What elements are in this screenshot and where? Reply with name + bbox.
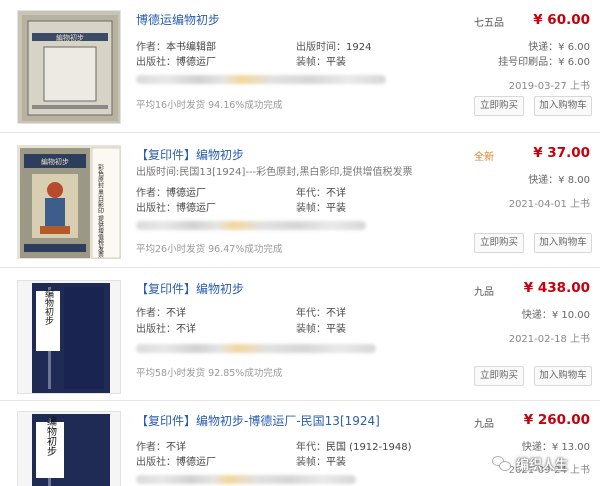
- buy-now-button[interactable]: 立即购买: [474, 366, 524, 386]
- price: ¥ 37.00: [533, 145, 590, 161]
- wechat-icon: [492, 454, 512, 472]
- field-publisher: 出版社：博德运厂: [136, 457, 216, 468]
- watermark: 编织人生: [492, 452, 596, 474]
- cover-side-text: 彩色原封 黑白影印 提供增值税发票: [97, 163, 104, 258]
- listing-2: 編物初步 彩色原封 黑白影印 提供增值税发票 【复印件】编物初步 出版时间:民国…: [0, 133, 600, 267]
- condition-label: 九品: [474, 419, 494, 430]
- seller-stats: 平均26小时发货 96.47%成功完成: [136, 244, 283, 255]
- field-binding: 装帧：平装: [296, 457, 346, 468]
- field-publisher: 出版社：博德运厂: [136, 203, 216, 214]
- add-to-cart-button[interactable]: 加入购物车: [534, 96, 592, 116]
- blurred-seller-info: [136, 221, 366, 230]
- buy-now-button[interactable]: 立即购买: [474, 96, 524, 116]
- blurred-seller-info: [136, 344, 376, 353]
- price: ¥ 260.00: [523, 412, 590, 428]
- book-cover-image: 編物初步 彩色原封 黑白影印 提供增值税发票: [20, 147, 121, 259]
- book-cover-image: 編物初步: [22, 15, 118, 121]
- field-author: 作者：不详: [136, 442, 186, 453]
- blurred-seller-info: [136, 475, 356, 484]
- shipping-express: 快递：¥ 8.00: [528, 175, 590, 186]
- add-to-cart-button[interactable]: 加入购物车: [534, 233, 592, 253]
- shipping-express: 快递：¥ 10.00: [521, 310, 590, 321]
- field-era: 年代：民国 (1912-1948): [296, 442, 412, 453]
- cover-title-text: 编物初步: [43, 288, 54, 326]
- cover-title-text: 編物初步: [56, 33, 84, 42]
- book-cover-thumbnail[interactable]: 编物初步: [17, 411, 121, 486]
- book-cover-thumbnail[interactable]: 編物初步 彩色原封 黑白影印 提供增值税发票: [17, 145, 121, 259]
- condition-label: 九品: [474, 287, 494, 298]
- listing-1: 編物初步 博德运编物初步 作者：本书编辑部 出版时间：1924 出版社：博德运厂…: [0, 0, 600, 132]
- buy-now-button[interactable]: 立即购买: [474, 233, 524, 253]
- seller-stats: 平均16小时发货 94.16%成功完成: [136, 100, 283, 111]
- shipping-registered: 挂号印刷品：¥ 6.00: [498, 57, 590, 68]
- listing-date: 2021-02-18 上书: [508, 334, 590, 345]
- listing-date: 2019-03-27 上书: [508, 81, 590, 92]
- cover-title-text: 编物初步: [45, 415, 57, 456]
- field-author: 作者：博德运厂: [136, 188, 206, 199]
- field-author: 作者：本书编辑部: [136, 42, 216, 53]
- book-cover-thumbnail[interactable]: 編物初步: [17, 10, 121, 124]
- field-publisher: 出版社：不详: [136, 324, 196, 335]
- add-to-cart-button[interactable]: 加入购物车: [534, 366, 592, 386]
- listing-3: 编物初步 【复印件】编物初步 作者：不详 年代：不详 出版社：不详 装帧：平装 …: [0, 268, 600, 400]
- blurred-seller-info: [136, 75, 386, 84]
- seller-stats: 平均58小时发货 92.85%成功完成: [136, 368, 283, 379]
- shipping-express: 快递：¥ 13.00: [521, 442, 590, 453]
- field-author: 作者：不详: [136, 308, 186, 319]
- cover-title-text: 編物初步: [41, 157, 69, 166]
- field-binding: 装帧：平装: [296, 324, 346, 335]
- condition-label: 七五品: [474, 18, 504, 29]
- listing-title[interactable]: 【复印件】编物初步: [136, 146, 244, 163]
- book-cover-thumbnail[interactable]: 编物初步: [17, 280, 121, 394]
- price: ¥ 438.00: [523, 280, 590, 296]
- condition-label: 全新: [474, 152, 494, 163]
- book-cover-image: 编物初步: [32, 283, 110, 393]
- listing-title[interactable]: 博德运编物初步: [136, 11, 220, 28]
- field-publisher: 出版社：博德运厂: [136, 57, 216, 68]
- listing-title[interactable]: 【复印件】编物初步-博德运厂-民国13[1924]: [136, 412, 380, 429]
- shipping-express: 快递：¥ 6.00: [528, 42, 590, 53]
- field-binding: 装帧：平装: [296, 203, 346, 214]
- listing-subtitle: 出版时间:民国13[1924]---彩色原封,黑白影印,提供增值税发票: [136, 167, 413, 178]
- watermark-text: 编织人生: [516, 457, 569, 473]
- field-pub-time: 出版时间：1924: [296, 42, 372, 53]
- field-binding: 装帧：平装: [296, 57, 346, 68]
- price: ¥ 60.00: [533, 12, 590, 28]
- listing-date: 2021-04-01 上书: [508, 199, 590, 210]
- field-era: 年代：不详: [296, 308, 346, 319]
- field-era: 年代：不详: [296, 188, 346, 199]
- listing-title[interactable]: 【复印件】编物初步: [136, 280, 244, 297]
- book-cover-image: 编物初步: [32, 414, 110, 486]
